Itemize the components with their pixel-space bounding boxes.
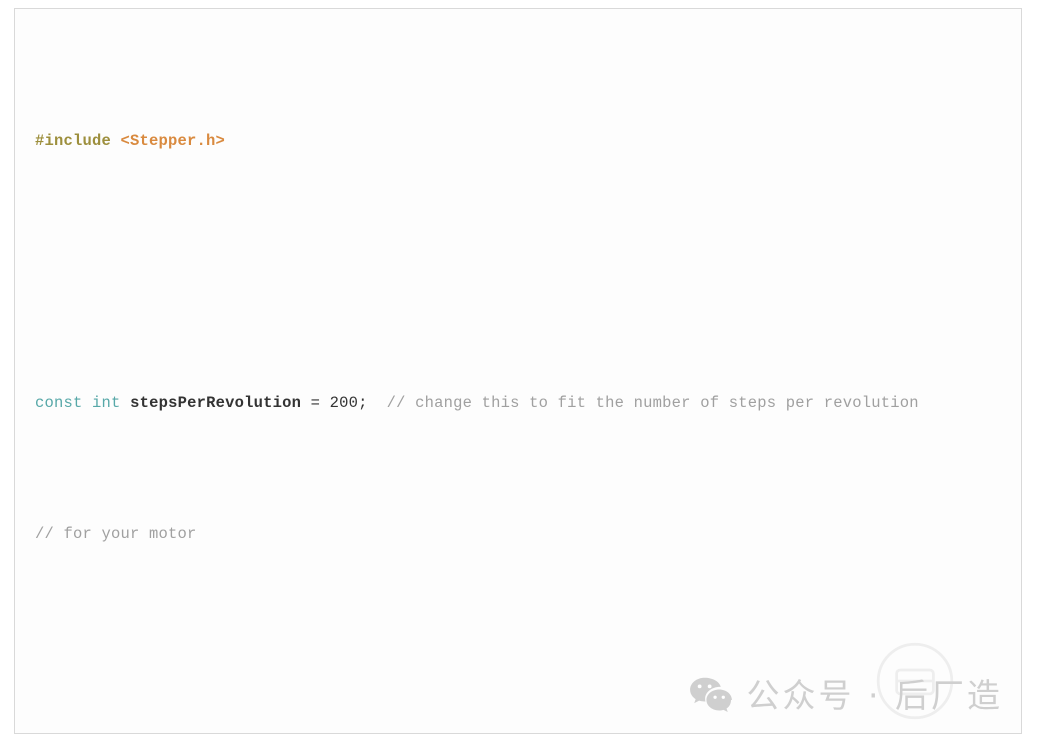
- token-preprocessor: #include: [35, 131, 112, 150]
- code-line: // for your motor: [35, 521, 1017, 547]
- code-listing: #include <Stepper.h> const int stepsPerR…: [35, 23, 1017, 733]
- code-line: #include <Stepper.h>: [35, 128, 1017, 154]
- screenshot-root: #include <Stepper.h> const int stepsPerR…: [0, 0, 1051, 744]
- token-keyword-int: int: [92, 393, 121, 412]
- code-card: #include <Stepper.h> const int stepsPerR…: [14, 8, 1022, 734]
- token-comment: // change this to fit the number of step…: [386, 393, 919, 412]
- token-include-header: <Stepper.h>: [120, 131, 226, 150]
- token-comment: // for your motor: [35, 524, 197, 543]
- code-line: const int stepsPerRevolution = 200; // c…: [35, 390, 1017, 416]
- token-assign: =: [301, 393, 330, 412]
- token-identifier: stepsPerRevolution: [130, 393, 302, 412]
- token-number: 200;: [329, 393, 368, 412]
- token-gap: [368, 394, 387, 412]
- token-keyword-const: const: [35, 393, 83, 412]
